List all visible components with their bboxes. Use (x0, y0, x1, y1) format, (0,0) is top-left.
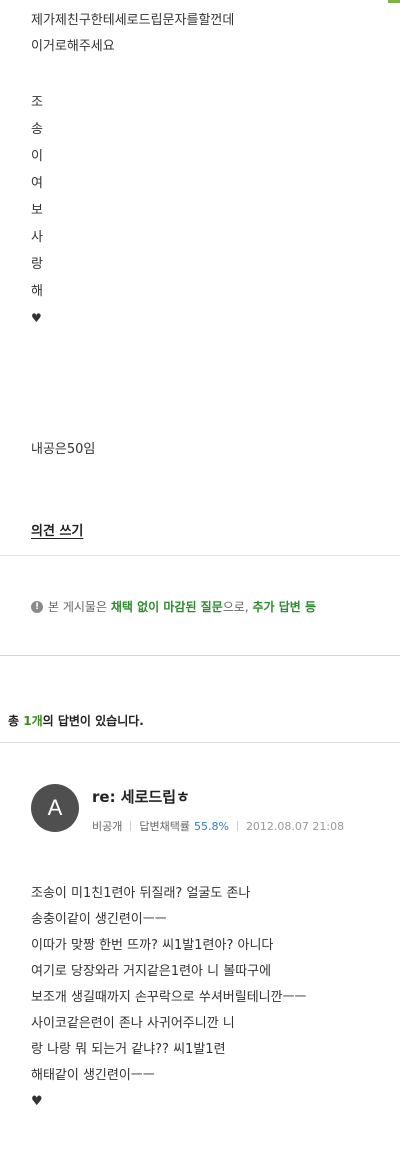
answer-line-8: 해태같이 생긴련이ㅡㅡ (31, 1068, 155, 1083)
vertical-char-1: 조 (31, 95, 43, 110)
answer-title: re: 세로드립ㅎ (92, 788, 190, 806)
answer-heart-icon: ♥ (31, 1094, 43, 1109)
answer-divider (0, 742, 400, 743)
vertical-char-3: 이 (31, 149, 43, 164)
notice-middle: 으로, (222, 600, 249, 614)
answerer-avatar: A (31, 784, 79, 832)
question-line-2: 이거로해주세요 (31, 39, 115, 54)
meta-separator (130, 821, 132, 831)
vertical-char-6: 사 (31, 230, 43, 245)
answer-count-prefix: 총 (8, 714, 20, 728)
answer-line-5: 보조개 생길때까지 손꾸락으로 쑤셔버릴테니깐ㅡㅡ (31, 990, 307, 1005)
closed-notice: ! 본 게시물은 채택 없이 마감된 질문 으로, 추가 답변 등 (31, 598, 316, 615)
info-icon: ! (31, 600, 43, 613)
notice-prefix: 본 게시물은 (48, 600, 108, 614)
vertical-char-8: 해 (31, 284, 43, 299)
write-opinion-link[interactable]: 의견 쓰기 (31, 520, 83, 539)
answer-line-6: 사이코같은련이 존나 사귀어주니깐 니 (31, 1016, 235, 1031)
answer-line-1: 조송이 미1친1련아 뒤질래? 얼굴도 존나 (31, 886, 251, 901)
heart-icon: ♥ (31, 311, 42, 325)
answer-count-header: 총 1개의 답변이 있습니다. (8, 712, 144, 729)
vertical-char-5: 보 (31, 203, 43, 218)
corner-accent (388, 0, 400, 3)
answer-date: 2012.08.07 21:08 (245, 819, 345, 833)
meta-separator (236, 821, 238, 831)
answer-line-3: 이따가 맞짱 한번 뜨까? 씨1발1련아? 아니다 (31, 938, 274, 953)
answer-line-4: 여기로 당장와라 거지같은1련아 니 볼따구에 (31, 964, 272, 979)
notice-highlight-1: 채택 없이 마감된 질문 (110, 600, 223, 614)
question-line-1: 제가제친구한테세로드립문자를할껀데 (31, 13, 235, 28)
vertical-char-7: 랑 (31, 257, 43, 272)
notice-highlight-2: 추가 답변 등 (252, 600, 317, 614)
points-text: 내공은50임 (31, 442, 96, 457)
vertical-char-4: 여 (31, 176, 43, 191)
section-divider (0, 655, 400, 656)
answer-line-2: 송충이같이 생긴련이ㅡㅡ (31, 912, 167, 927)
answer-count-suffix: 의 답변이 있습니다. (42, 714, 144, 728)
answer-meta: 비공개 답변채택률 55.8% 2012.08.07 21:08 (92, 818, 344, 834)
answer-rate-value: 55.8% (193, 819, 229, 833)
answer-author: 비공개 (92, 820, 123, 833)
answer-count-number: 1개 (23, 714, 43, 728)
vertical-char-2: 송 (31, 122, 43, 137)
divider (0, 555, 400, 556)
answer-rate-label: 답변채택률 (139, 820, 190, 833)
answer-line-7: 랑 나랑 뭐 되는거 같냐?? 씨1발1련 (31, 1042, 226, 1057)
